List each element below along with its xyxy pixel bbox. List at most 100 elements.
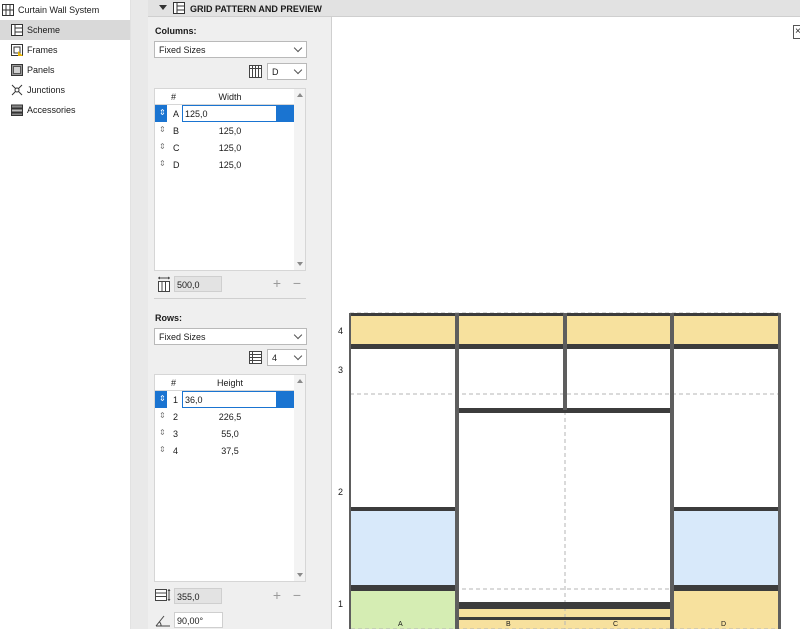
frames-icon [11, 44, 23, 56]
width-cell[interactable]: 125,0 [183, 143, 277, 153]
row-id: A [173, 109, 180, 119]
collapse-triangle-icon[interactable] [159, 5, 167, 10]
rows-table: # Height ⇕ 1 36,0 ⇕ 2 226,5 ⇕ 3 55,0 ⇕ 4… [154, 374, 306, 582]
panels-icon [11, 64, 23, 76]
row-id: 2 [173, 412, 179, 422]
column-label: A [398, 621, 403, 628]
tree-item-scheme[interactable]: Scheme [0, 20, 130, 40]
rows-label: Rows: [155, 313, 182, 323]
width-cell[interactable]: 125,0 [183, 160, 277, 170]
table-row[interactable]: ⇕ 1 36,0 [155, 391, 295, 408]
grid-preview: 4 3 2 1 [331, 17, 800, 629]
height-input-value: 36,0 [185, 395, 203, 405]
columns-mode-select[interactable]: Fixed Sizes [154, 41, 307, 58]
columns-reference-select[interactable]: D [267, 63, 307, 80]
table-row[interactable]: ⇕ 3 55,0 [155, 425, 295, 442]
columns-table: # Width ⇕ A 125,0 ⇕ B 125,0 ⇕ C 125,0 ⇕ … [154, 88, 306, 271]
drag-handle-icon[interactable]: ⇕ [159, 142, 166, 151]
total-height-field: 355,0 [174, 588, 222, 604]
rows-mode-value: Fixed Sizes [159, 332, 206, 342]
selection-marker [277, 105, 294, 122]
tree-item-label: Frames [27, 45, 58, 55]
drag-handle-icon[interactable]: ⇕ [159, 411, 166, 420]
total-height-icon [155, 589, 171, 601]
row-label: 1 [338, 599, 344, 609]
width-cell[interactable]: 125,0 [183, 126, 277, 136]
rows-mode-select[interactable]: Fixed Sizes [154, 328, 307, 345]
add-column-button[interactable]: + [270, 276, 284, 291]
scheme-icon [11, 24, 23, 36]
tree-item-accessories[interactable]: Accessories [0, 100, 130, 120]
scroll-down-icon[interactable] [297, 262, 303, 266]
tree-item-junctions[interactable]: Junctions [0, 80, 130, 100]
table-row[interactable]: ⇕ A 125,0 [155, 105, 295, 122]
remove-row-button[interactable]: − [290, 588, 304, 603]
height-cell[interactable]: 37,5 [183, 446, 277, 456]
tree-item-label: Scheme [27, 25, 61, 35]
drag-handle-icon[interactable]: ⇕ [159, 159, 166, 168]
header-number: # [171, 378, 177, 388]
angle-input[interactable]: 90,00° [174, 612, 223, 628]
scroll-up-icon[interactable] [297, 379, 303, 383]
panel-row4-b [458, 315, 563, 344]
drag-handle-icon[interactable]: ⇕ [159, 445, 166, 454]
chevron-down-icon [293, 351, 303, 361]
chevron-down-icon [293, 65, 303, 75]
grid-pattern-icon [173, 2, 185, 14]
table-row[interactable]: ⇕ 2 226,5 [155, 408, 295, 425]
curtain-wall-icon [2, 4, 14, 16]
row-id: 3 [173, 429, 179, 439]
height-cell[interactable]: 55,0 [183, 429, 277, 439]
table-row[interactable]: ⇕ B 125,0 [155, 122, 295, 139]
header-width: Width [218, 92, 242, 102]
section-title: GRID PATTERN AND PREVIEW [190, 4, 322, 14]
row-id: B [173, 126, 180, 136]
row-label: 3 [338, 365, 344, 375]
chevron-down-icon [293, 330, 303, 340]
height-input[interactable]: 36,0 [182, 391, 277, 408]
junctions-icon [11, 84, 23, 96]
height-cell[interactable]: 226,5 [183, 412, 277, 422]
tree-item-label: Panels [27, 65, 55, 75]
tree-item-frames[interactable]: Frames [0, 40, 130, 60]
tree-item-curtain-wall-system[interactable]: Curtain Wall System [0, 0, 130, 20]
row-id: D [173, 160, 180, 170]
drag-handle-icon[interactable]: ⇕ [159, 428, 166, 437]
close-preview-button[interactable]: × [793, 25, 800, 39]
total-width-value: 500,0 [177, 280, 200, 290]
add-row-button[interactable]: + [270, 588, 284, 603]
column-label: C [613, 621, 619, 628]
column-grid-icon [249, 65, 262, 78]
width-input[interactable]: 125,0 [182, 105, 277, 122]
selection-marker [277, 391, 294, 408]
total-width-icon [158, 276, 170, 292]
rows-reference-value: 4 [272, 353, 278, 363]
accessories-icon [11, 104, 23, 116]
table-scrollbar[interactable] [294, 89, 305, 270]
tree-item-label: Curtain Wall System [18, 5, 100, 15]
drag-handle-icon[interactable]: ⇕ [159, 125, 166, 134]
scroll-down-icon[interactable] [297, 573, 303, 577]
table-scrollbar[interactable] [294, 375, 305, 581]
columns-mode-value: Fixed Sizes [159, 45, 206, 55]
drag-handle-icon: ⇕ [159, 108, 166, 117]
columns-label: Columns: [155, 26, 197, 36]
section-header[interactable]: GRID PATTERN AND PREVIEW [148, 0, 800, 17]
table-row[interactable]: ⇕ C 125,0 [155, 139, 295, 156]
table-row[interactable]: ⇕ 4 37,5 [155, 442, 295, 459]
remove-column-button[interactable]: − [290, 276, 304, 291]
scroll-up-icon[interactable] [297, 93, 303, 97]
column-label: B [506, 621, 511, 628]
angle-value: 90,00° [177, 616, 204, 626]
tree-item-label: Junctions [27, 85, 66, 95]
tree-item-panels[interactable]: Panels [0, 60, 130, 80]
row-grid-icon [249, 351, 262, 364]
panel-row4-d [674, 315, 779, 344]
settings-tree: Curtain Wall System Scheme Frames Panels [0, 0, 131, 629]
panel-gutter [131, 0, 148, 629]
drag-handle-icon: ⇕ [159, 394, 166, 403]
rows-reference-select[interactable]: 4 [267, 349, 307, 366]
table-row[interactable]: ⇕ D 125,0 [155, 156, 295, 173]
panel-row1-d [674, 591, 779, 629]
row-label: 2 [338, 487, 344, 497]
